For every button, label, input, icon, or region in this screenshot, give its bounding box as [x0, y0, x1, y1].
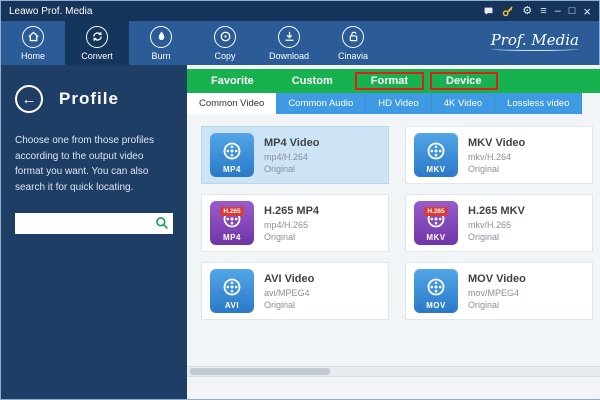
profile-title: H.265 MKV — [468, 205, 525, 217]
maximize-icon[interactable]: □ — [569, 6, 576, 17]
nav-item-label: Cinavia — [338, 51, 368, 61]
minimize-icon[interactable]: – — [555, 6, 561, 17]
download-icon — [278, 26, 300, 48]
format-icon-label: MOV — [414, 301, 458, 310]
nav-item-home[interactable]: Home — [1, 21, 65, 65]
subtab-common-video[interactable]: Common Video — [187, 93, 276, 114]
nav-item-label: Convert — [81, 51, 113, 61]
subtab-4k-video[interactable]: 4K Video — [432, 93, 495, 114]
profile-format: mov/MPEG4 — [468, 288, 526, 298]
subtab-common-audio[interactable]: Common Audio — [276, 93, 366, 114]
close-icon[interactable]: × — [583, 5, 591, 18]
profile-title: MOV Video — [468, 273, 526, 285]
profile-card-mp4[interactable]: MP4 MP4 Video mp4/H.264 Original — [201, 126, 389, 184]
horizontal-scrollbar[interactable] — [187, 366, 600, 377]
titlebar: Leawo Prof. Media ⚙ ≡ – □ × — [1, 1, 599, 21]
nav-item-label: Copy — [214, 51, 235, 61]
format-icon-mov: MOV — [414, 269, 458, 313]
convert-icon — [86, 26, 108, 48]
search-icon[interactable] — [155, 216, 169, 230]
profile-format: mp4/H.264 — [264, 152, 319, 162]
home-icon — [22, 26, 44, 48]
main-toolbar: Home Convert Burn Copy Download — [1, 21, 599, 65]
tab-custom[interactable]: Custom — [276, 72, 349, 90]
profile-title: MKV Video — [468, 137, 525, 149]
profile-search — [15, 213, 173, 234]
nav-item-label: Download — [269, 51, 309, 61]
profile-size: Original — [264, 300, 314, 310]
format-icon-avi: AVI — [210, 269, 254, 313]
profile-title: AVI Video — [264, 273, 314, 285]
nav-item-cinavia[interactable]: Cinavia — [321, 21, 385, 65]
brand-logo: Prof. Media — [491, 31, 579, 51]
nav-item-convert[interactable]: Convert — [65, 21, 129, 65]
profile-grid: MP4 MP4 Video mp4/H.264 Original MKV MKV… — [187, 114, 600, 332]
main-area: ← Profile Choose one from those profiles… — [1, 65, 599, 399]
profile-card-h265-mp4[interactable]: H.265 MP4 H.265 MP4 mp4/H.265 Original — [201, 194, 389, 252]
profile-format: mkv/H.265 — [468, 220, 525, 230]
format-icon-label: MP4 — [210, 165, 254, 174]
profile-size: Original — [264, 232, 319, 242]
profile-sidebar: ← Profile Choose one from those profiles… — [1, 65, 187, 399]
profile-size: Original — [468, 300, 526, 310]
titlebar-controls: ⚙ ≡ – □ × — [483, 5, 591, 18]
tab-device[interactable]: Device — [430, 72, 497, 90]
profile-category-bar: Favorite Custom Format Device — [187, 69, 600, 93]
tab-format[interactable]: Format — [355, 72, 424, 90]
back-button[interactable]: ← — [15, 85, 43, 113]
profile-format: mp4/H.265 — [264, 220, 319, 230]
format-icon-label: AVI — [210, 301, 254, 310]
h265-badge: H.265 — [220, 207, 243, 216]
key-icon[interactable] — [502, 5, 514, 17]
profile-size: Original — [264, 164, 319, 174]
nav-item-label: Home — [21, 51, 45, 61]
cinavia-icon — [342, 26, 364, 48]
window-title: Leawo Prof. Media — [9, 6, 92, 17]
scrollbar-thumb[interactable] — [190, 368, 330, 375]
format-icon-mp4: MP4 — [210, 133, 254, 177]
profile-title: H.265 MP4 — [264, 205, 319, 217]
profile-size: Original — [468, 232, 525, 242]
profile-card-avi[interactable]: AVI AVI Video avi/MPEG4 Original — [201, 262, 389, 320]
format-icon-h265-mp4: H.265 MP4 — [210, 201, 254, 245]
profile-card-h265-mkv[interactable]: H.265 MKV H.265 MKV mkv/H.265 Original — [405, 194, 593, 252]
format-icon-mkv: MKV — [414, 133, 458, 177]
profile-content: Favorite Custom Format Device Common Vid… — [187, 65, 600, 399]
profile-title: MP4 Video — [264, 137, 319, 149]
page-title: Profile — [59, 89, 119, 109]
nav-item-burn[interactable]: Burn — [129, 21, 193, 65]
nav-item-download[interactable]: Download — [257, 21, 321, 65]
app-window: Leawo Prof. Media ⚙ ≡ – □ × Home Convert — [0, 0, 600, 400]
profile-description: Choose one from those profiles according… — [15, 133, 167, 195]
nav-item-label: Burn — [151, 51, 170, 61]
profile-size: Original — [468, 164, 525, 174]
nav-item-copy[interactable]: Copy — [193, 21, 257, 65]
profile-format: mkv/H.264 — [468, 152, 525, 162]
profile-format: avi/MPEG4 — [264, 288, 314, 298]
format-icon-label: MP4 — [210, 233, 254, 242]
format-subtab-bar: Common Video Common Audio HD Video 4K Vi… — [187, 93, 600, 114]
tab-favorite[interactable]: Favorite — [195, 72, 270, 90]
profile-card-mkv[interactable]: MKV MKV Video mkv/H.264 Original — [405, 126, 593, 184]
copy-icon — [214, 26, 236, 48]
format-icon-label: MKV — [414, 233, 458, 242]
burn-icon — [150, 26, 172, 48]
back-arrow-icon: ← — [22, 91, 37, 108]
chat-icon[interactable] — [483, 6, 494, 17]
menu-icon[interactable]: ≡ — [540, 6, 546, 17]
subtab-hd-video[interactable]: HD Video — [366, 93, 432, 114]
format-icon-label: MKV — [414, 165, 458, 174]
gear-icon[interactable]: ⚙ — [522, 6, 532, 17]
subtab-lossless-video[interactable]: Lossless video — [495, 93, 582, 114]
profile-card-mov[interactable]: MOV MOV Video mov/MPEG4 Original — [405, 262, 593, 320]
search-input[interactable] — [15, 213, 173, 234]
h265-badge: H.265 — [424, 207, 447, 216]
format-icon-h265-mkv: H.265 MKV — [414, 201, 458, 245]
